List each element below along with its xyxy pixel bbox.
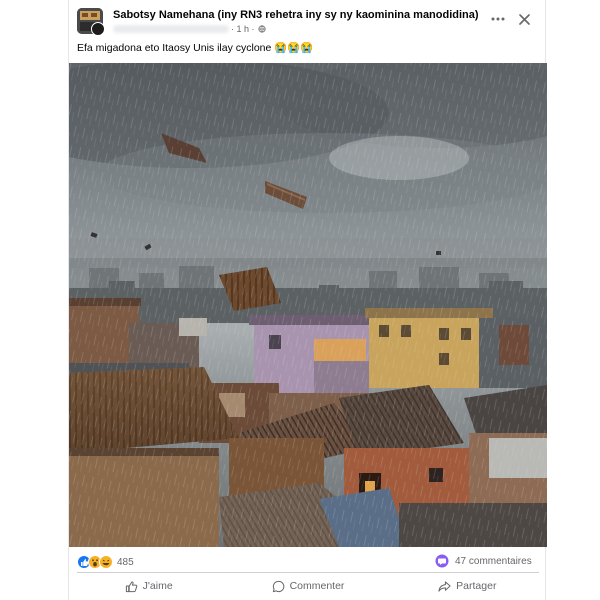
close-icon[interactable]	[515, 10, 533, 28]
like-label: J'aime	[142, 580, 173, 592]
blurred-author-name[interactable]	[113, 25, 229, 33]
post-photo[interactable]	[69, 63, 547, 547]
post-timestamp[interactable]: · 1 h ·	[231, 24, 255, 34]
post-actions: J'aime Commenter Partager	[69, 574, 547, 598]
comment-label: Commenter	[289, 580, 345, 592]
post-header: Sabotsy Namehana (iny RN3 rehetra iny sy…	[69, 0, 547, 40]
share-label: Partager	[456, 580, 497, 592]
group-name-link[interactable]: Sabotsy Namehana (iny RN3 rehetra iny sy…	[113, 9, 479, 21]
comment-bubble-icon	[435, 554, 449, 568]
comment-button[interactable]: Commenter	[228, 574, 387, 598]
post-text: Efa migadona eto Itaosy Unis ilay cyclon…	[77, 42, 314, 54]
more-options-icon[interactable]	[489, 11, 507, 27]
thumbs-up-icon	[125, 580, 137, 592]
comment-count[interactable]: 47 commentaires	[455, 556, 532, 567]
post-card: Sabotsy Namehana (iny RN3 rehetra iny sy…	[68, 0, 547, 600]
like-button[interactable]: J'aime	[69, 574, 228, 598]
reaction-icons[interactable]	[77, 555, 117, 569]
share-button[interactable]: Partager	[388, 574, 547, 598]
reaction-count[interactable]: 485	[117, 557, 134, 568]
globe-icon	[257, 25, 266, 33]
comment-icon	[272, 580, 284, 592]
author-avatar[interactable]	[91, 22, 105, 36]
reactions-bar: 485 47 commentaires	[69, 550, 547, 572]
share-icon	[438, 580, 451, 592]
divider	[77, 572, 539, 573]
post-meta: · 1 h ·	[113, 23, 266, 35]
